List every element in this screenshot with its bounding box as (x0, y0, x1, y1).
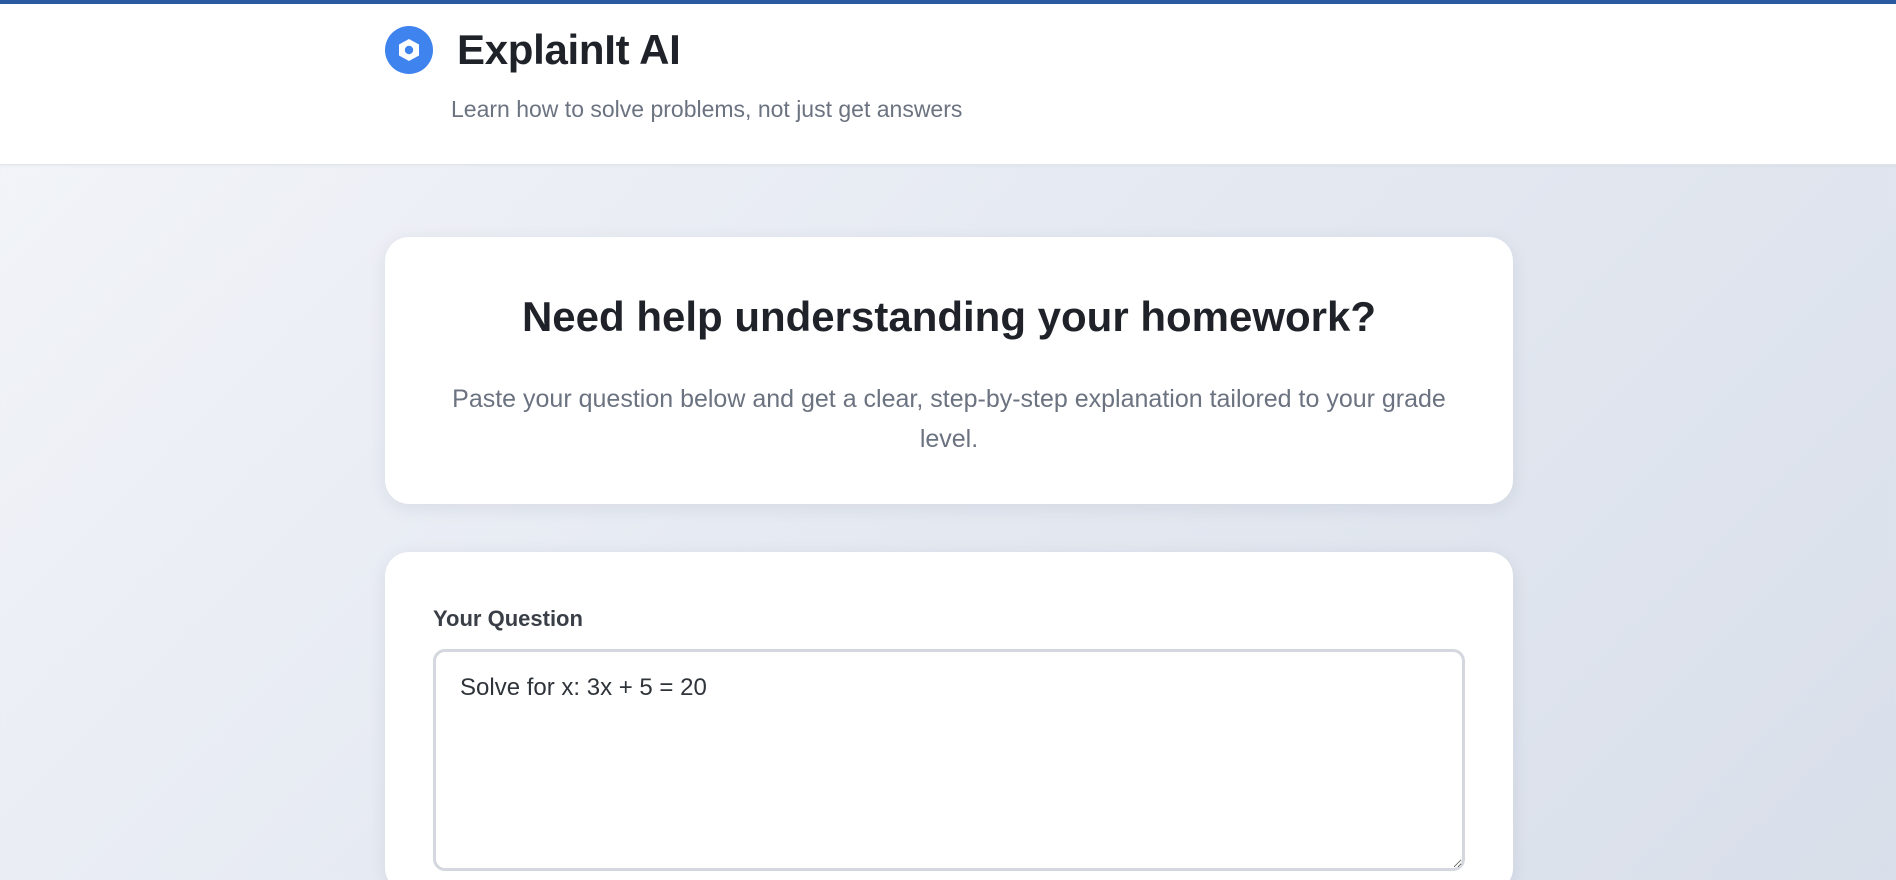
app-title: ExplainIt AI (457, 26, 681, 73)
brand: ExplainIt AI (385, 22, 681, 78)
app-tagline: Learn how to solve problems, not just ge… (451, 96, 963, 122)
intro-description: Paste your question below and get a clea… (452, 385, 1446, 453)
question-form-card: Your Question Solve for x: 3x + 5 = 20 (385, 552, 1513, 880)
question-label: Your Question (433, 606, 583, 631)
hexagon-logo-icon (385, 26, 433, 74)
site-header: ExplainIt AI Learn how to solve problems… (0, 4, 1896, 165)
question-input[interactable]: Solve for x: 3x + 5 = 20 (433, 649, 1465, 871)
intro-heading: Need help understanding your homework? (521, 293, 1377, 340)
intro-card: Need help understanding your homework? P… (385, 237, 1513, 504)
